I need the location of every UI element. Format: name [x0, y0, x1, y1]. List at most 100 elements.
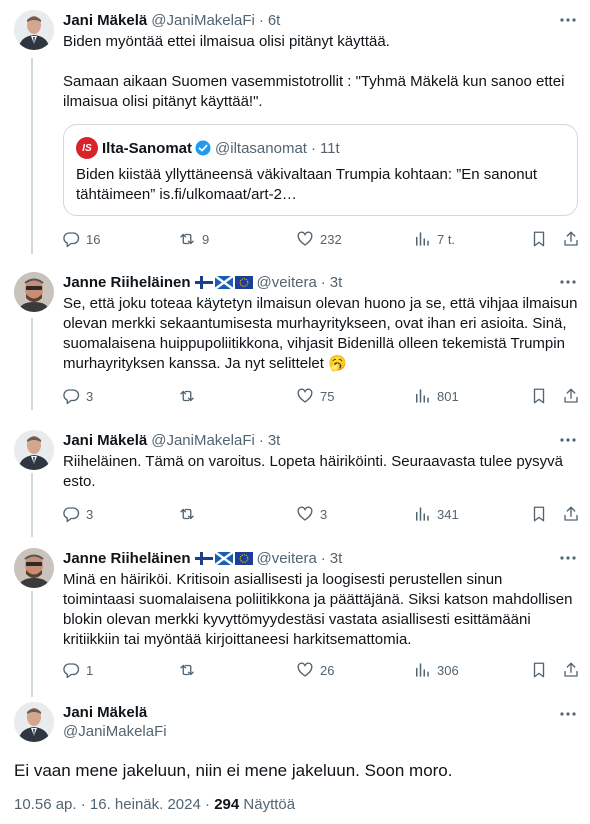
- like-count: 75: [320, 388, 335, 404]
- retweet-button[interactable]: [178, 387, 202, 405]
- author-handle[interactable]: @JaniMakelaFi: [63, 723, 578, 740]
- more-options-icon[interactable]: [558, 10, 578, 30]
- verified-badge-icon: [195, 140, 211, 156]
- author-handle[interactable]: @JaniMakelaFi: [151, 12, 255, 29]
- views-count: 801: [437, 388, 459, 404]
- views-chart-icon: [416, 507, 429, 521]
- author-name[interactable]: Jani Mäkelä: [63, 432, 147, 449]
- quote-timestamp: 11t: [319, 139, 340, 157]
- share-icon[interactable]: [562, 230, 580, 248]
- retweet-button[interactable]: 9: [178, 230, 209, 248]
- more-options-icon[interactable]: [558, 704, 578, 724]
- bookmark-icon[interactable]: [530, 230, 548, 248]
- views-count: 306: [437, 662, 459, 678]
- avatar[interactable]: [14, 10, 54, 50]
- share-icon[interactable]: [562, 505, 580, 523]
- timestamp[interactable]: 6t: [268, 12, 281, 29]
- tweet-date[interactable]: 16. heinäk. 2024: [90, 796, 201, 813]
- quote-author-handle: @iltasanomat: [215, 139, 307, 157]
- more-options-icon[interactable]: [558, 272, 578, 292]
- heart-icon: [297, 506, 313, 521]
- like-count: 26: [320, 662, 335, 678]
- views-count: 294: [214, 796, 240, 813]
- retweet-icon: [180, 390, 194, 402]
- views-count: 7 t.: [437, 231, 456, 247]
- eu-flag-icon: [234, 275, 253, 289]
- scotland-flag-icon: [214, 551, 233, 565]
- tweet[interactable]: Janne Riiheläinen @veitera · 3t Minä en …: [0, 538, 590, 688]
- author-name[interactable]: Janne Riiheläinen: [63, 274, 191, 291]
- profile-flags: [194, 275, 253, 289]
- avatar[interactable]: [14, 548, 54, 588]
- retweet-button[interactable]: [178, 505, 202, 523]
- retweet-count: 9: [202, 231, 210, 247]
- timestamp[interactable]: 3t: [330, 550, 343, 567]
- separator-dot: ·: [258, 11, 264, 29]
- like-button[interactable]: 3: [296, 505, 327, 523]
- timestamp[interactable]: 3t: [330, 274, 343, 291]
- tweet[interactable]: Janne Riiheläinen @veitera · 3t Se, että…: [0, 262, 590, 412]
- views-label: Näyttöä: [243, 796, 296, 813]
- avatar[interactable]: [14, 272, 54, 312]
- reply-button[interactable]: 3: [62, 505, 93, 523]
- scotland-flag-icon: [214, 275, 233, 289]
- tweet[interactable]: Jani Mäkelä @JaniMakelaFi · 6t Biden myö…: [0, 0, 590, 258]
- views-button[interactable]: 306: [413, 661, 459, 679]
- like-button[interactable]: 26: [296, 661, 334, 679]
- views-chart-icon: [416, 232, 429, 246]
- reply-icon: [63, 232, 80, 248]
- separator-dot: ·: [205, 796, 215, 813]
- heart-icon: [297, 662, 313, 677]
- main-tweet-text: Ei vaan mene jakeluun, niin ei mene jake…: [14, 761, 453, 780]
- author-handle[interactable]: @veitera: [257, 550, 317, 567]
- author-handle[interactable]: @veitera: [257, 274, 317, 291]
- tweet[interactable]: Jani Mäkelä @JaniMakelaFi · 3t Riiheläin…: [0, 420, 590, 530]
- heart-icon: [297, 388, 313, 403]
- avatar[interactable]: [14, 702, 54, 742]
- like-count: 232: [320, 231, 342, 247]
- views-button[interactable]: 7 t.: [413, 230, 455, 248]
- bookmark-icon[interactable]: [530, 505, 548, 523]
- timestamp[interactable]: 3t: [268, 432, 281, 449]
- share-icon[interactable]: [562, 661, 580, 679]
- retweet-button[interactable]: [178, 661, 202, 679]
- reply-count: 1: [86, 662, 94, 678]
- reply-icon: [63, 389, 80, 405]
- more-options-icon[interactable]: [558, 548, 578, 568]
- author-handle[interactable]: @JaniMakelaFi: [151, 432, 255, 449]
- retweet-icon: [180, 508, 194, 520]
- heart-icon: [297, 231, 313, 246]
- like-count: 3: [320, 506, 328, 522]
- reply-button[interactable]: 3: [62, 387, 93, 405]
- reply-count: 3: [86, 388, 94, 404]
- like-button[interactable]: 75: [296, 387, 334, 405]
- bookmark-icon[interactable]: [530, 661, 548, 679]
- author-name[interactable]: Janne Riiheläinen: [63, 550, 191, 567]
- tweet-text: Se, että joku toteaa käytetyn ilmaisun o…: [63, 295, 582, 372]
- views-button[interactable]: 801: [413, 387, 459, 405]
- finland-flag-icon: [194, 551, 213, 565]
- separator-dot: ·: [320, 549, 326, 567]
- quoted-tweet[interactable]: IS Ilta-Sanomat @iltasanomat · 11t Biden…: [63, 124, 578, 216]
- quote-text: Biden kiistää yllyttäneensä väkivaltaan …: [76, 166, 538, 203]
- reply-button[interactable]: 1: [62, 661, 93, 679]
- tweet-text: Riiheläinen. Tämä on varoitus. Lopeta hä…: [63, 453, 568, 490]
- profile-flags: [194, 551, 253, 565]
- separator-dot: ·: [258, 431, 264, 449]
- more-options-icon[interactable]: [558, 430, 578, 450]
- reply-icon: [63, 663, 80, 679]
- iltasanomat-logo-icon: IS: [76, 137, 98, 159]
- separator-dot: ·: [310, 139, 316, 157]
- author-name[interactable]: Jani Mäkelä: [63, 12, 147, 29]
- tweet-time[interactable]: 10.56 ap.: [14, 796, 77, 813]
- bookmark-icon[interactable]: [530, 387, 548, 405]
- author-name[interactable]: Jani Mäkelä: [63, 704, 578, 721]
- avatar[interactable]: [14, 430, 54, 470]
- retweet-icon: [180, 233, 194, 245]
- views-count: 341: [437, 506, 459, 522]
- views-button[interactable]: 341: [413, 505, 459, 523]
- views-chart-icon: [416, 389, 429, 403]
- share-icon[interactable]: [562, 387, 580, 405]
- reply-button[interactable]: 16: [62, 230, 100, 248]
- like-button[interactable]: 232: [296, 230, 342, 248]
